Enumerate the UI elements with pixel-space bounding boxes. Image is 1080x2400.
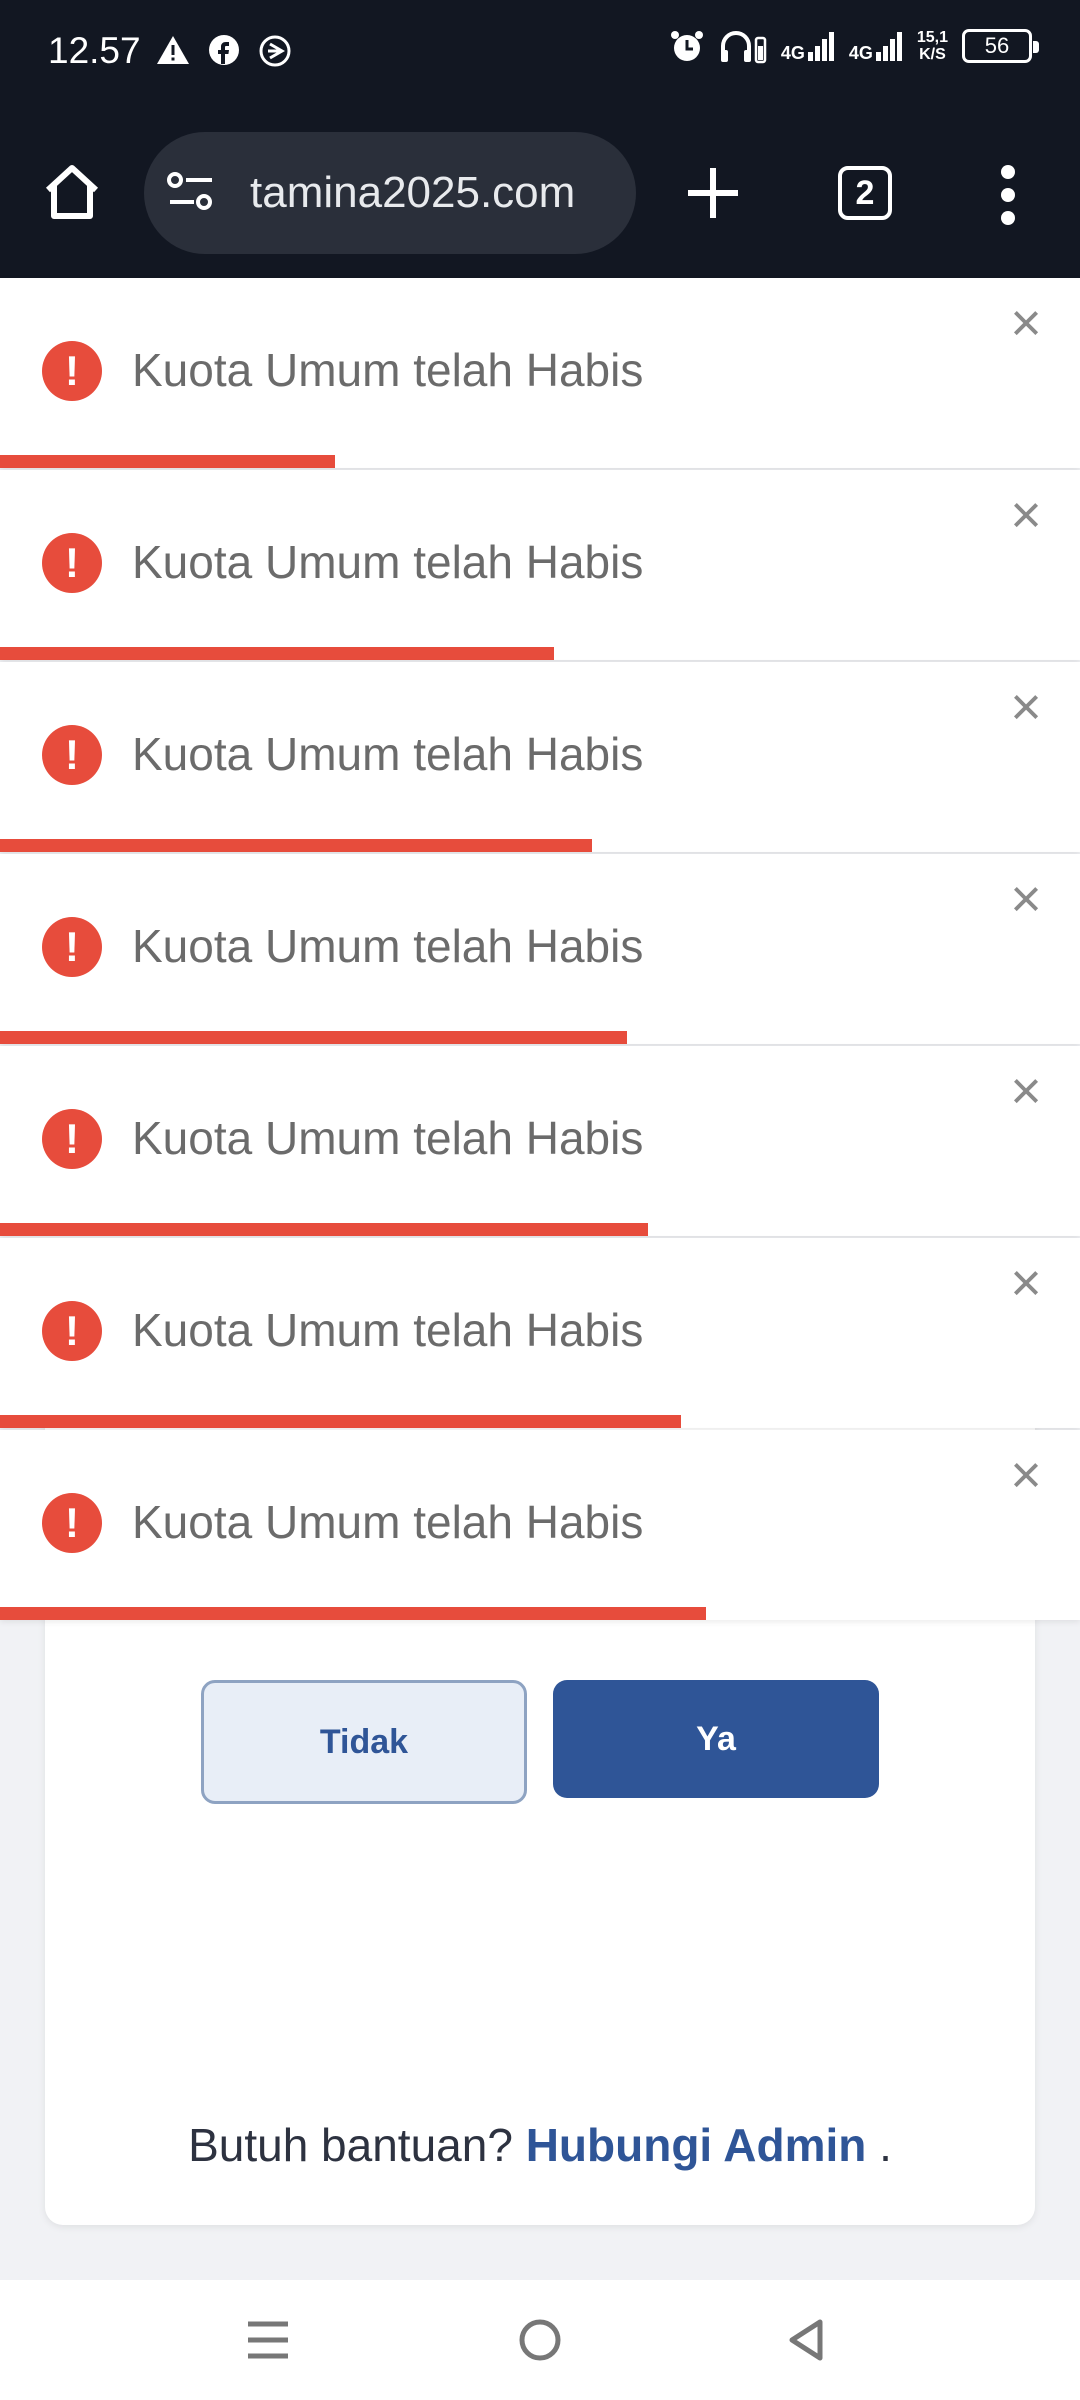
headphones-battery-icon <box>720 31 767 64</box>
play-circle-icon <box>259 35 291 67</box>
network-type-1: 4G <box>780 43 805 63</box>
toast-message: Kuota Umum telah Habis <box>132 1304 644 1356</box>
help-text: Butuh bantuan? Hubungi Admin . <box>0 2118 1080 2172</box>
error-icon: ! <box>42 1301 102 1361</box>
network-speed: 15,1 K/S <box>917 29 948 63</box>
close-icon[interactable]: × <box>1002 1448 1050 1502</box>
new-tab-icon[interactable] <box>682 162 744 224</box>
signal-2: 4G <box>849 30 903 62</box>
toast-progress-bar <box>0 839 592 852</box>
toast-progress-bar <box>0 1415 682 1428</box>
toast-notification: ! Kuota Umum telah Habis × <box>0 1046 1080 1236</box>
signal-bars-icon <box>875 32 902 61</box>
signal-1: 4G <box>781 30 835 62</box>
toast-message: Kuota Umum telah Habis <box>132 1496 644 1548</box>
error-icon: ! <box>42 1493 102 1553</box>
yes-button[interactable]: Ya <box>553 1680 879 1798</box>
back-icon[interactable] <box>784 2318 828 2362</box>
contact-admin-link[interactable]: Hubungi Admin <box>526 2119 867 2171</box>
toast-notification: ! Kuota Umum telah Habis × <box>0 278 1080 468</box>
close-icon[interactable]: × <box>1002 872 1050 926</box>
status-time: 12.57 <box>48 30 141 71</box>
recent-apps-icon[interactable] <box>246 2318 290 2362</box>
toast-notification: ! Kuota Umum telah Habis × <box>0 1238 1080 1428</box>
status-notification-icons <box>156 34 292 68</box>
signal-bars-icon <box>807 32 834 61</box>
close-icon[interactable]: × <box>1002 488 1050 542</box>
close-icon[interactable]: × <box>1002 1256 1050 1310</box>
tab-count: 2 <box>855 173 875 212</box>
error-icon: ! <box>42 917 102 977</box>
toast-message: Kuota Umum telah Habis <box>132 344 644 396</box>
address-bar[interactable]: tamina2025.com <box>144 132 636 254</box>
more-options-icon[interactable] <box>996 164 1020 226</box>
site-settings-icon[interactable] <box>166 170 216 214</box>
warning-icon <box>157 36 189 64</box>
error-icon: ! <box>42 1109 102 1169</box>
network-type-2: 4G <box>848 43 873 63</box>
help-suffix: . <box>879 2119 892 2171</box>
toast-progress-bar <box>0 1607 707 1620</box>
toast-message: Kuota Umum telah Habis <box>132 728 644 780</box>
toast-message: Kuota Umum telah Habis <box>132 536 644 588</box>
toast-progress-bar <box>0 647 555 660</box>
facebook-icon <box>209 35 239 65</box>
url-text[interactable]: tamina2025.com <box>250 168 622 218</box>
speed-value: 15,1 <box>916 29 948 46</box>
error-icon: ! <box>42 533 102 593</box>
error-icon: ! <box>42 725 102 785</box>
battery-indicator: 56 <box>962 29 1039 63</box>
close-icon[interactable]: × <box>1002 1064 1050 1118</box>
tab-switcher-button[interactable]: 2 <box>838 166 892 220</box>
toast-notification: ! Kuota Umum telah Habis × <box>0 662 1080 852</box>
toast-progress-bar <box>0 455 335 468</box>
system-navigation-bar <box>0 2280 1080 2400</box>
home-icon[interactable] <box>40 160 104 224</box>
toast-progress-bar <box>0 1223 648 1236</box>
toast-progress-bar <box>0 1031 628 1044</box>
toast-notification: ! Kuota Umum telah Habis × <box>0 470 1080 660</box>
toast-message: Kuota Umum telah Habis <box>132 920 644 972</box>
battery-level: 56 <box>984 33 1010 58</box>
no-button[interactable]: Tidak <box>201 1680 527 1804</box>
status-bar: 12.57 4G 4G 15,1 K/S 56 <box>0 0 1080 110</box>
help-prefix: Butuh bantuan? <box>188 2119 513 2171</box>
toast-notification: ! Kuota Umum telah Habis × <box>0 1430 1080 1620</box>
error-icon: ! <box>42 341 102 401</box>
alarm-icon <box>670 31 703 61</box>
browser-toolbar: tamina2025.com 2 <box>0 110 1080 278</box>
speed-unit: K/S <box>919 46 946 63</box>
status-system-icons: 4G 4G 15,1 K/S 56 <box>669 28 1039 64</box>
close-icon[interactable]: × <box>1002 680 1050 734</box>
toast-notification: ! Kuota Umum telah Habis × <box>0 854 1080 1044</box>
close-icon[interactable]: × <box>1002 296 1050 350</box>
toast-message: Kuota Umum telah Habis <box>132 1112 644 1164</box>
home-nav-icon[interactable] <box>518 2318 562 2362</box>
